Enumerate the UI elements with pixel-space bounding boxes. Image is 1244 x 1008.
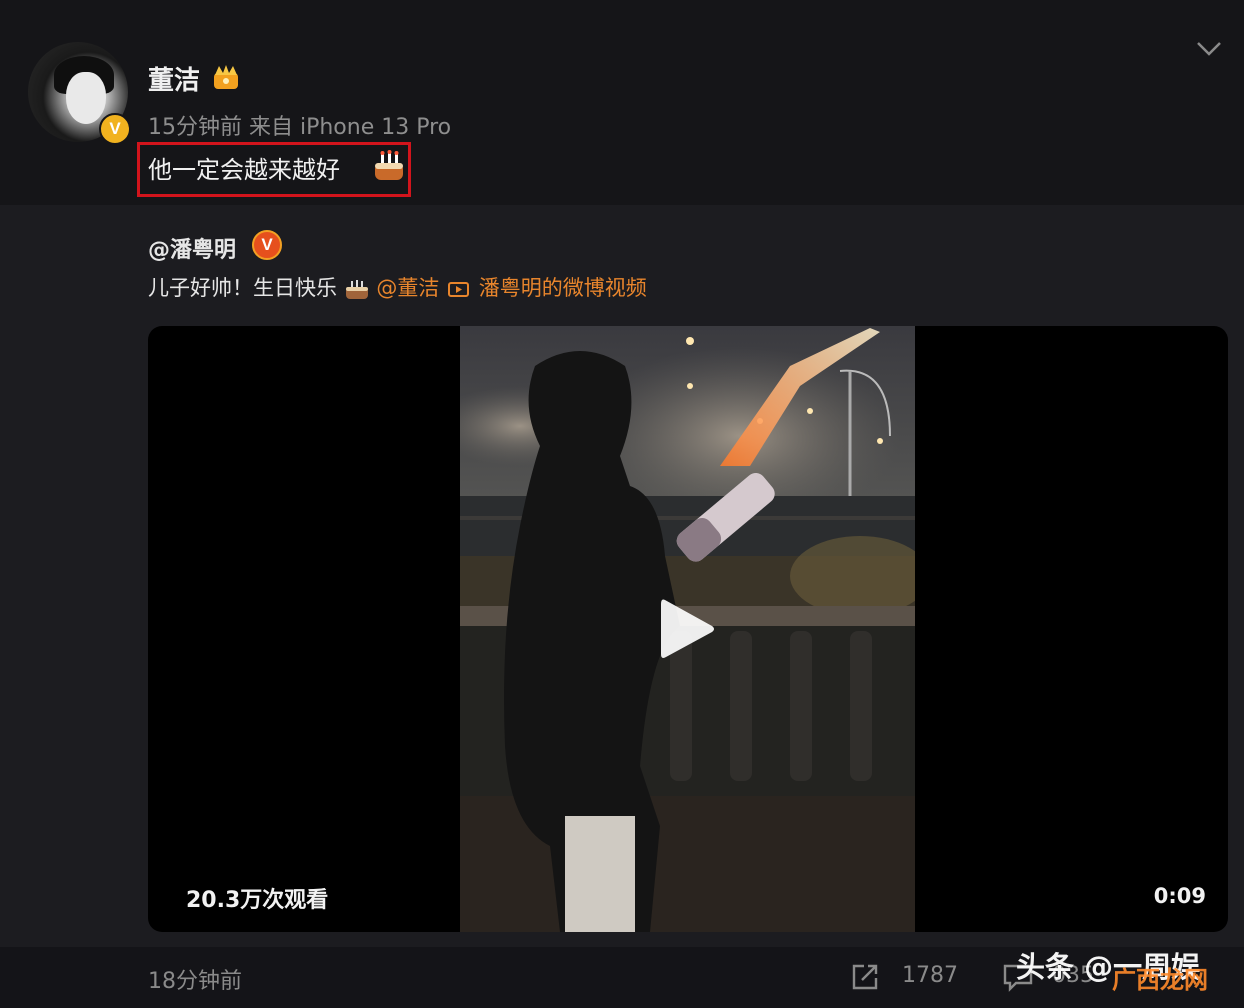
verified-badge-icon: V <box>99 113 131 145</box>
repost-verified-icon: V <box>252 230 282 260</box>
avatar[interactable]: V <box>28 42 131 145</box>
cake-icon <box>375 150 403 180</box>
video-player[interactable]: 20.3万次观看 0:09 <box>148 326 1228 932</box>
share-icon[interactable] <box>850 962 882 992</box>
weibo-post: V 董洁 15分钟前 来自 iPhone 13 Pro 他一定会越来越好 @潘粤… <box>0 0 1244 1008</box>
view-count: 20.3万次观看 <box>186 888 329 913</box>
post-meta: 15分钟前 来自 iPhone 13 Pro <box>148 115 452 140</box>
mention-link[interactable]: @董洁 <box>376 276 439 300</box>
play-icon[interactable] <box>657 594 717 664</box>
cake-icon <box>345 280 368 299</box>
repost-text-body: 儿子好帅！生日快乐 <box>148 276 337 300</box>
crown-icon <box>214 65 238 89</box>
video-duration: 0:09 <box>1153 884 1206 908</box>
video-icon <box>448 282 470 297</box>
site-watermark: 广西龙网 <box>1112 966 1208 994</box>
repost-time: 18分钟前 <box>148 969 242 994</box>
chevron-down-icon[interactable] <box>1196 40 1222 58</box>
post-content: 他一定会越来越好 <box>148 156 340 184</box>
repost-text: 儿子好帅！生日快乐 @董洁 潘粤明的微博视频 <box>148 272 647 302</box>
post-username[interactable]: 董洁 <box>148 60 200 97</box>
video-link[interactable]: 潘粤明的微博视频 <box>479 276 647 300</box>
repost-username[interactable]: @潘粤明 <box>148 232 236 264</box>
share-count: 1787 <box>902 963 958 988</box>
